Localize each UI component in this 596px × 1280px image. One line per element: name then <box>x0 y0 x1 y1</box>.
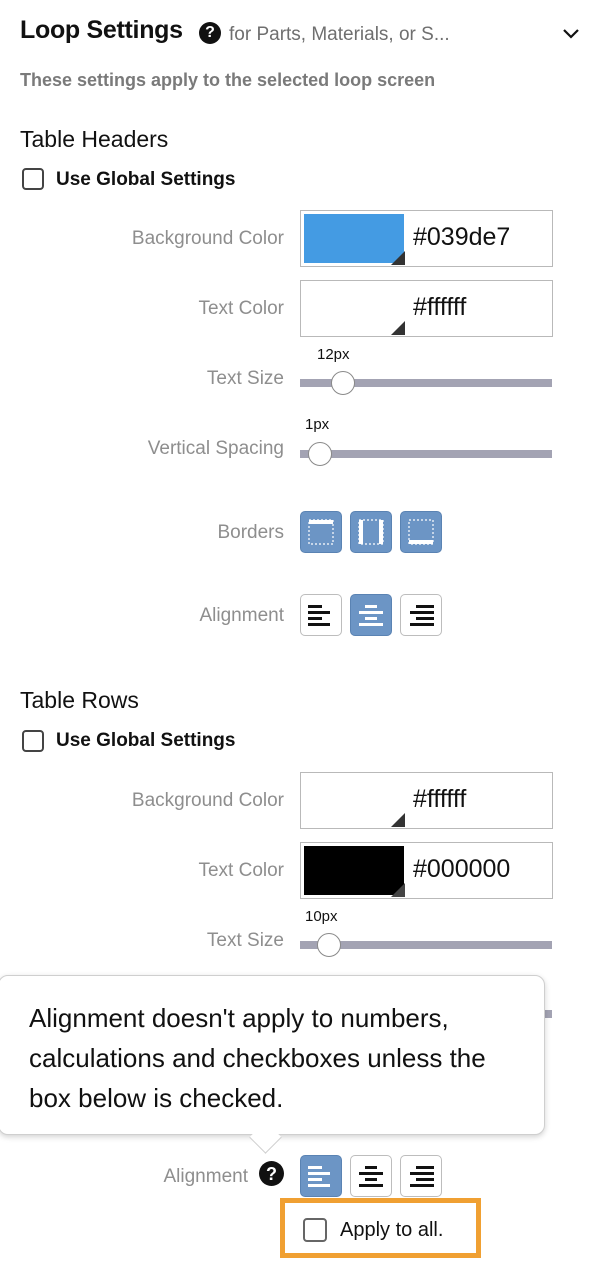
color-value[interactable]: #000000 <box>413 855 510 884</box>
apply-to-all-label[interactable]: Apply to all. <box>340 1219 443 1242</box>
use-global-settings-label: Use Global Settings <box>56 169 236 190</box>
slider-value: 1px <box>305 416 330 433</box>
color-swatch[interactable] <box>304 214 404 263</box>
align-right-button[interactable] <box>400 1155 442 1197</box>
color-picker-corner-icon <box>391 251 405 265</box>
alignment-label: Alignment <box>163 1166 249 1187</box>
color-value[interactable]: #ffffff <box>413 293 466 322</box>
background-color-field[interactable]: #ffffff <box>300 772 553 829</box>
color-picker-corner-icon <box>391 813 405 827</box>
border-bottom-button[interactable] <box>400 511 442 553</box>
align-left-button[interactable] <box>300 1155 342 1197</box>
use-global-settings-label: Use Global Settings <box>56 730 236 751</box>
background-color-field[interactable]: #039de7 <box>300 210 553 267</box>
text-size-label: Text Size <box>206 368 284 389</box>
color-picker-corner-icon <box>391 883 405 897</box>
align-center-icon <box>359 1166 383 1187</box>
align-left-icon <box>308 1166 330 1187</box>
slider-thumb[interactable] <box>331 371 355 395</box>
panel-subtitle: for Parts, Materials, or S... <box>229 24 450 45</box>
alignment-label: Alignment <box>199 605 285 626</box>
color-swatch[interactable] <box>304 284 404 333</box>
use-global-settings-checkbox[interactable] <box>22 730 44 752</box>
align-left-button[interactable] <box>300 594 342 636</box>
vertical-spacing-label: Vertical Spacing <box>147 438 284 459</box>
align-center-icon <box>359 605 383 626</box>
text-color-label: Text Color <box>198 298 284 319</box>
text-size-label: Text Size <box>206 930 284 951</box>
align-right-icon <box>410 1166 434 1187</box>
border-sides-button[interactable] <box>350 511 392 553</box>
text-color-field[interactable]: #ffffff <box>300 280 553 337</box>
borders-label: Borders <box>217 522 284 543</box>
align-right-icon <box>410 605 434 626</box>
border-bottom-icon <box>408 519 434 545</box>
help-icon[interactable]: ? <box>259 1161 284 1186</box>
color-swatch[interactable] <box>304 776 404 825</box>
align-center-button[interactable] <box>350 1155 392 1197</box>
align-right-button[interactable] <box>400 594 442 636</box>
tooltip-text: Alignment doesn't apply to numbers, calc… <box>29 1003 486 1113</box>
color-value[interactable]: #039de7 <box>413 223 510 252</box>
color-value[interactable]: #ffffff <box>413 785 466 814</box>
section-title-table-rows: Table Rows <box>20 687 139 713</box>
slider-value: 10px <box>305 908 338 925</box>
border-sides-icon <box>358 519 384 545</box>
alignment-tooltip: Alignment doesn't apply to numbers, calc… <box>0 975 545 1135</box>
align-center-button[interactable] <box>350 594 392 636</box>
border-top-icon <box>308 519 334 545</box>
color-swatch[interactable] <box>304 846 404 895</box>
text-color-label: Text Color <box>198 860 284 881</box>
slider-thumb[interactable] <box>308 442 332 466</box>
slider-thumb[interactable] <box>317 933 341 957</box>
use-global-settings-checkbox[interactable] <box>22 168 44 190</box>
background-color-label: Background Color <box>131 228 284 249</box>
color-picker-corner-icon <box>391 321 405 335</box>
border-top-button[interactable] <box>300 511 342 553</box>
apply-to-all-checkbox[interactable] <box>303 1218 327 1242</box>
vertical-spacing-slider[interactable] <box>300 450 552 458</box>
text-color-field[interactable]: #000000 <box>300 842 553 899</box>
background-color-label: Background Color <box>131 790 284 811</box>
section-title-table-headers: Table Headers <box>20 126 169 152</box>
align-left-icon <box>308 605 330 626</box>
chevron-down-icon[interactable] <box>560 22 582 44</box>
panel-description: These settings apply to the selected loo… <box>20 70 436 90</box>
help-icon[interactable]: ? <box>199 22 221 44</box>
panel-title: Loop Settings <box>20 16 183 44</box>
slider-value: 12px <box>317 346 350 363</box>
